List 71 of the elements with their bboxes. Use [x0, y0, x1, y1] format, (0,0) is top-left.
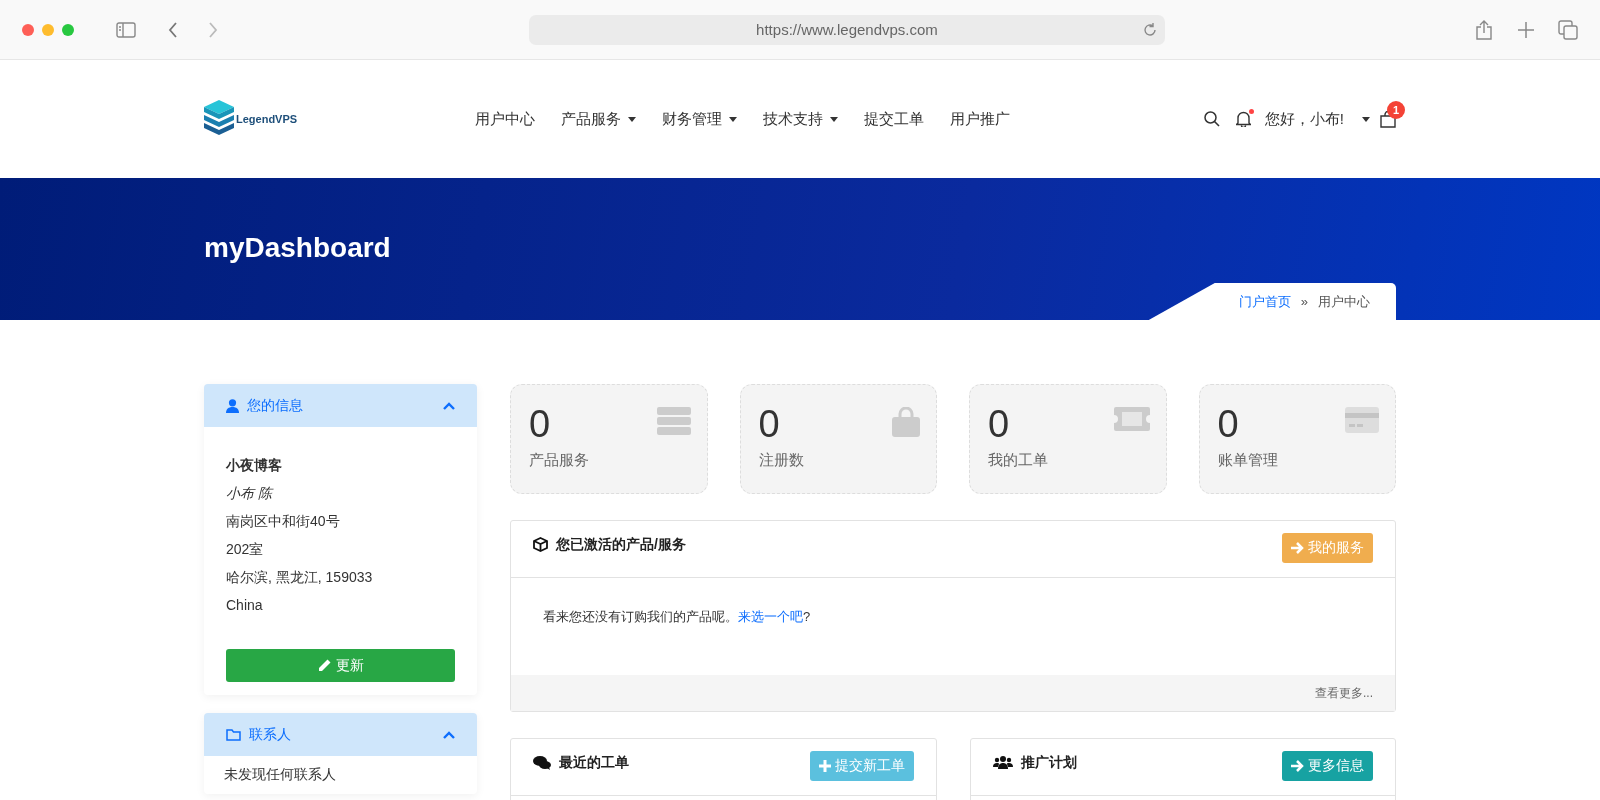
panel-title: 联系人	[249, 725, 291, 744]
stat-card[interactable]: 0 我的工单	[969, 384, 1167, 494]
address-line: 哈尔滨, 黑龙江, 159033	[226, 568, 374, 587]
panel-header[interactable]: 您的信息	[204, 384, 477, 427]
chevron-up-icon[interactable]	[443, 730, 455, 739]
panel-title: 最近的工单	[559, 754, 629, 772]
empty-contacts-text: 未发现任何联系人	[223, 765, 337, 784]
panel-title: 您已激活的产品/服务	[556, 536, 686, 554]
stat-value: 0	[758, 403, 780, 445]
address-bar[interactable]: https://www.legendvps.com	[529, 14, 1165, 45]
stat-card[interactable]: 0 注册数	[739, 384, 937, 494]
bell-icon[interactable]	[1235, 111, 1251, 127]
shopping-bag-icon	[892, 407, 920, 437]
reload-icon[interactable]	[1143, 22, 1157, 37]
stat-card[interactable]: 0 账单管理	[1198, 384, 1396, 494]
address-line: 南岗区中和街40号	[226, 512, 341, 531]
arrow-right-icon	[1291, 760, 1304, 772]
ticket-icon	[1113, 407, 1150, 431]
nav-link[interactable]: 用户推广	[950, 109, 1011, 129]
chevron-up-icon[interactable]	[443, 401, 455, 410]
caret-icon[interactable]	[1362, 116, 1370, 122]
close-window-icon[interactable]	[22, 23, 34, 36]
page-title: myDashboard	[204, 232, 392, 264]
arrow-right-icon	[1291, 542, 1304, 554]
cart-count-badge: 1	[1387, 100, 1405, 119]
pencil-icon	[317, 659, 331, 672]
stat-value: 0	[1217, 403, 1239, 445]
tabs-overview-icon[interactable]	[1558, 19, 1578, 40]
panel-title: 推广计划	[1020, 754, 1077, 772]
nav-link[interactable]: 财务管理	[662, 109, 738, 129]
back-icon[interactable]	[168, 21, 178, 38]
panel-title: 您的信息	[247, 396, 303, 415]
nav-link[interactable]: 用户中心	[475, 109, 536, 129]
chat-bubbles-icon	[533, 755, 551, 770]
user-greeting[interactable]: 您好，小布!	[1264, 109, 1344, 129]
stat-label: 我的工单	[988, 451, 1048, 470]
empty-message: 看来您还没有订购我们的产品呢。来选一个吧?	[543, 609, 811, 624]
breadcrumb-link[interactable]: 门户首页	[1238, 292, 1291, 311]
stat-label: 注册数	[758, 451, 804, 470]
choose-product-link[interactable]: 来选一个吧	[738, 609, 803, 624]
stat-label: 账单管理	[1217, 451, 1278, 470]
nav-link[interactable]: 技术支持	[763, 109, 839, 129]
stacked-servers-logo-icon[interactable]	[204, 100, 234, 138]
address-line: 202室	[226, 540, 265, 559]
credit-card-icon	[1345, 407, 1379, 433]
view-more-link[interactable]: 查看更多...	[1315, 684, 1373, 702]
breadcrumb-current: 用户中心	[1318, 292, 1370, 311]
nav-link[interactable]: 提交工单	[864, 109, 925, 129]
users-icon	[992, 755, 1013, 769]
address-line: China	[226, 596, 264, 615]
sidebar-icon[interactable]	[116, 21, 136, 38]
nav-link[interactable]: 产品服务	[561, 109, 637, 129]
logo-text[interactable]: LegendVPS	[236, 113, 298, 125]
plus-icon	[818, 760, 831, 772]
server-icon	[656, 407, 691, 435]
breadcrumb-separator: »	[1300, 294, 1308, 309]
stat-label: 产品服务	[529, 451, 589, 470]
maximize-window-icon[interactable]	[62, 23, 74, 36]
share-icon[interactable]	[1476, 19, 1492, 40]
new-tab-icon[interactable]	[1518, 21, 1534, 38]
cube-icon	[533, 537, 548, 552]
panel-header[interactable]: 联系人	[204, 713, 477, 756]
company-name: 小夜博客	[226, 456, 283, 475]
forward-icon[interactable]	[208, 21, 218, 38]
stat-value: 0	[529, 403, 551, 445]
contact-name: 小布 陈	[226, 484, 275, 503]
user-icon	[226, 398, 239, 413]
search-icon[interactable]	[1203, 111, 1220, 127]
stat-card[interactable]: 0 产品服务	[510, 384, 708, 494]
stat-value: 0	[988, 403, 1010, 445]
folder-icon	[226, 728, 241, 741]
